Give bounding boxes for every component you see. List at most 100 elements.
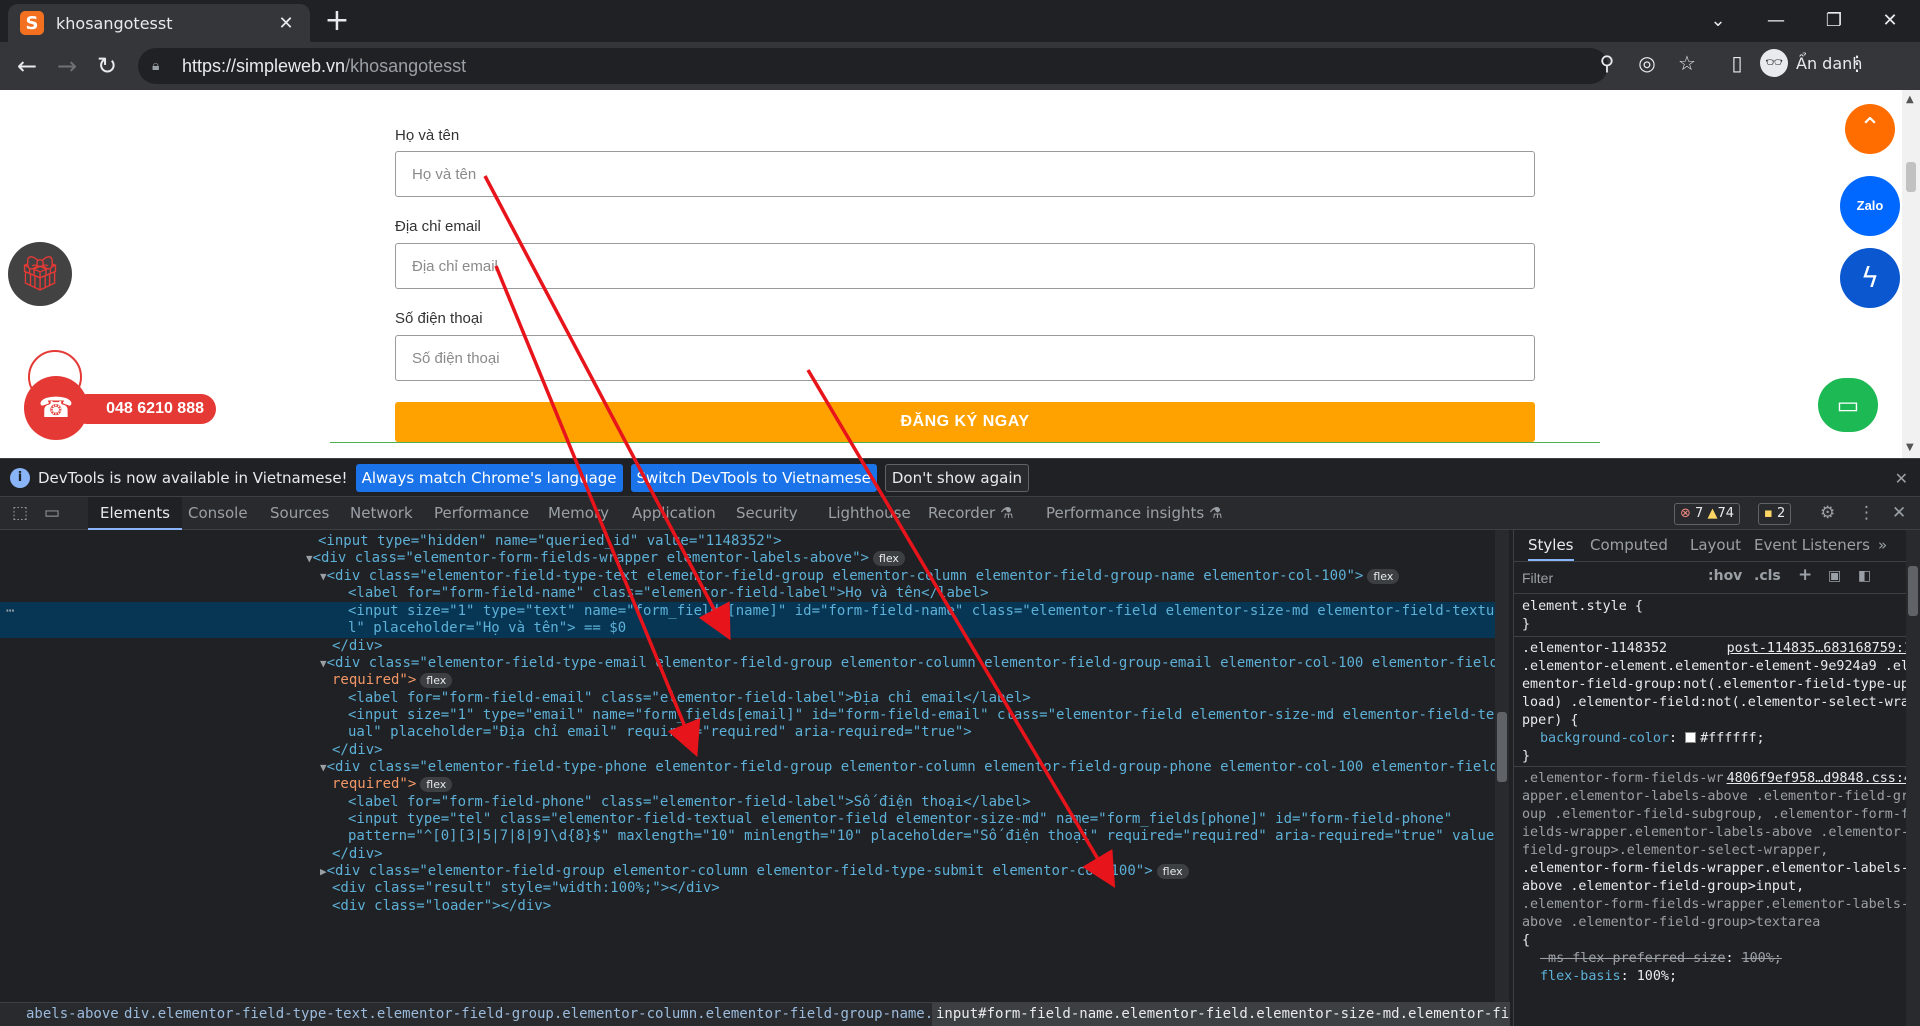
dom-line[interactable]: ▼<div class="elementor-field-type-phone … [320,759,1495,776]
styles-scrollbar[interactable] [1906,530,1920,1026]
close-devtools-icon[interactable]: ✕ [1892,503,1906,523]
scroll-thumb[interactable] [1906,162,1916,192]
css-declaration[interactable]: -ms-flex-preferred-size: 100%; [1522,950,1912,968]
dom-line[interactable]: required"> flex [332,776,453,793]
tab-performance-insights[interactable]: Performance insights ⚗ [1034,497,1234,530]
tab-network[interactable]: Network [338,497,425,530]
css-declaration[interactable]: background-color: #ffffff; [1522,730,1912,748]
dom-line[interactable]: <input type="tel" class="elementor-field… [348,811,1452,828]
elements-scroll-thumb[interactable] [1497,712,1507,782]
dom-line[interactable]: ▼<div class="elementor-field-type-email … [320,655,1495,672]
page-scrollbar[interactable]: ▲ ▼ [1902,90,1920,458]
new-tab-icon[interactable]: + [322,6,352,37]
toggle-sidebar-icon[interactable]: ◧ [1858,568,1871,584]
collapse-triangle-icon[interactable]: ▼ [320,657,327,670]
dom-line[interactable]: pattern="^[0][3|5|7|8|9]\d{8}$" maxlengt… [348,828,1495,845]
flex-badge[interactable]: flex [420,777,453,792]
dom-line[interactable]: ▼<div class="elementor-field-type-text e… [320,568,1400,585]
css-declaration[interactable]: flex-basis: 100%; [1522,968,1912,986]
dom-line[interactable]: <input size="1" type="email" name="form_… [348,707,1495,724]
register-button[interactable]: ĐĂNG KÝ NGAY [395,402,1535,442]
dom-line[interactable]: ual" placeholder="Địa chỉ email" require… [348,724,972,741]
elements-scrollbar[interactable] [1495,530,1509,1002]
name-input[interactable] [395,151,1535,197]
styles-scroll-thumb[interactable] [1908,566,1918,616]
dom-line[interactable]: </div> [332,846,383,863]
element-style-rule[interactable]: element.style { } [1522,598,1912,634]
dom-line[interactable]: required"> flex [332,672,453,689]
dom-line[interactable]: <label for="form-field-name" class="elem… [348,585,989,602]
tab-styles[interactable]: Styles [1528,530,1574,561]
new-rule-icon[interactable]: + [1798,565,1812,585]
collapse-triangle-icon[interactable]: ▼ [306,552,313,565]
chat-icon[interactable]: ▭ [1818,378,1878,432]
incognito-profile[interactable]: 👓︎ Ẩn danh [1760,49,1862,77]
zoom-icon[interactable]: ⚲ [1592,48,1622,78]
dom-line[interactable]: <input size="1" type="text" name="form_f… [348,603,1495,620]
dom-line[interactable]: l" placeholder="Họ và tên"> == $0 [348,620,626,637]
device-toolbar-icon[interactable]: ▭ [44,503,60,523]
paint-icon[interactable]: ▣ [1828,568,1841,584]
lock-icon[interactable]: 🔒︎ [152,57,170,75]
tab-layout[interactable]: Layout [1690,530,1741,561]
close-window-icon[interactable]: ✕ [1868,6,1912,36]
email-input[interactable] [395,243,1535,289]
dom-line[interactable]: </div> [332,742,383,759]
dom-line[interactable]: <div class="result" style="width:100%;">… [332,880,720,897]
elements-dom-tree[interactable]: <input type="hidden" name="queried_id" v… [0,530,1495,1002]
inspect-element-icon[interactable]: ⬚ [12,503,28,523]
dom-line[interactable]: <label for="form-field-phone" class="ele… [348,794,1031,811]
phone-icon[interactable]: ☎ [24,376,88,440]
styles-filter-input[interactable] [1522,566,1702,590]
tab-sources[interactable]: Sources [258,497,341,530]
tab-computed[interactable]: Computed [1590,530,1668,561]
bookmark-star-icon[interactable]: ☆ [1672,48,1702,78]
tab-performance[interactable]: Performance [422,497,541,530]
tab-application[interactable]: Application [620,497,728,530]
dom-line[interactable]: <input type="hidden" name="queried_id" v… [318,533,782,550]
minimize-icon[interactable]: — [1754,6,1798,36]
scroll-up-icon[interactable]: ▲ [1906,94,1914,105]
collapse-triangle-icon[interactable]: ▼ [320,570,327,583]
breadcrumb-item[interactable]: abels-above [26,1003,119,1026]
breadcrumb-item-current[interactable]: input#form-field-name.elementor-field.el… [932,1003,1510,1026]
zalo-icon[interactable]: Zalo [1840,176,1900,236]
gift-icon[interactable]: 🎁︎ [8,242,72,306]
css-source-link[interactable]: 4806f9ef958…d9848.css:4 [1727,770,1912,788]
tracking-protection-icon[interactable]: ◎ [1632,48,1662,78]
collapse-triangle-icon[interactable]: ▼ [320,761,327,774]
css-rule-2[interactable]: 4806f9ef958…d9848.css:4 .elementor-form-f… [1522,770,1912,986]
tab-security[interactable]: Security [724,497,810,530]
tab-search-icon[interactable]: ⌄ [1696,6,1740,36]
infobar-close-icon[interactable]: ✕ [1895,469,1908,488]
messenger-icon[interactable]: ϟ [1840,248,1900,308]
css-rule-1[interactable]: post-114835…683168759:1 .elementor-114835… [1522,640,1912,766]
more-tabs-icon[interactable]: » [1878,530,1887,561]
dom-line[interactable]: <div class="loader"></div> [332,898,551,915]
restore-icon[interactable]: ❐ [1812,6,1856,36]
settings-gear-icon[interactable]: ⚙ [1820,503,1835,523]
tab-console[interactable]: Console [176,497,260,530]
side-panel-icon[interactable]: ▯ [1722,48,1752,78]
back-icon[interactable]: ← [12,51,42,81]
issues-counter[interactable]: ▪ 2 [1758,503,1792,525]
tab-close-icon[interactable]: ✕ [274,13,298,34]
dom-line[interactable]: ▶<div class="elementor-field-group eleme… [320,863,1189,880]
browser-tab[interactable]: S khosangotesst ✕ [8,4,310,42]
phone-input[interactable] [395,335,1535,381]
dom-line[interactable]: <label for="form-field-email" class="ele… [348,690,1031,707]
hov-toggle[interactable]: :hov [1708,568,1742,584]
forward-icon[interactable]: → [52,51,82,81]
devtools-menu-icon[interactable]: ⋮ [1858,503,1875,523]
flex-badge[interactable]: flex [1367,569,1400,584]
tab-memory[interactable]: Memory [536,497,621,530]
flex-badge[interactable]: flex [872,551,905,566]
match-language-button[interactable]: Always match Chrome's language [355,463,623,492]
hotline-button[interactable]: 048 6210 888 [72,394,216,424]
expand-triangle-icon[interactable]: ▶ [320,865,327,878]
tab-lighthouse[interactable]: Lighthouse [816,497,923,530]
flex-badge[interactable]: flex [1156,864,1189,879]
dont-show-again-button[interactable]: Don't show again [884,463,1029,492]
scroll-down-icon[interactable]: ▼ [1906,442,1914,453]
url-text[interactable]: https://simpleweb.vn/khosangotesst [182,56,466,77]
